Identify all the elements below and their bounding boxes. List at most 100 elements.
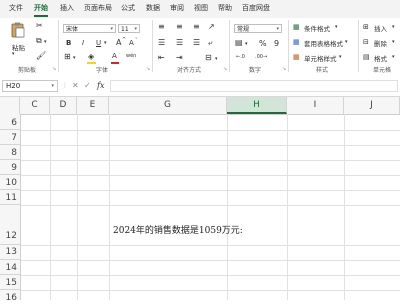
tab-home[interactable]: 开始 bbox=[34, 3, 48, 17]
number-launcher-icon[interactable]: ↘ bbox=[282, 66, 286, 72]
column-header-h[interactable]: H bbox=[227, 97, 287, 114]
underline-dropdown-icon[interactable]: ▾ bbox=[104, 40, 107, 46]
cancel-icon[interactable]: ✕ bbox=[72, 81, 79, 90]
format-cells-button[interactable]: 格式 bbox=[374, 53, 387, 63]
insert-cells-icon: ⊞ bbox=[363, 23, 369, 31]
copy-icon[interactable]: ⧉ bbox=[36, 37, 42, 45]
row-header-11[interactable]: 11 bbox=[0, 190, 20, 205]
tab-help[interactable]: 帮助 bbox=[218, 3, 232, 13]
phonetic-button[interactable]: wén bbox=[126, 53, 136, 59]
row-header-9[interactable]: 9 bbox=[0, 160, 20, 175]
tab-baidu-netdisk[interactable]: 百度网盘 bbox=[242, 3, 270, 13]
formula-bar: H20 ▾ ⋮ ✕ ✓ fx bbox=[0, 76, 400, 97]
column-header-c[interactable]: C bbox=[20, 97, 50, 114]
cut-icon[interactable]: ✂ bbox=[36, 22, 43, 30]
column-header-e[interactable]: E bbox=[77, 97, 109, 114]
currency-dropdown-icon[interactable]: ▾ bbox=[245, 40, 248, 48]
tab-data[interactable]: 数据 bbox=[146, 3, 160, 13]
conditional-format-button[interactable]: 条件格式 bbox=[304, 23, 330, 33]
row-header-12[interactable]: 12 bbox=[0, 205, 20, 245]
conditional-format-icon: ▦ bbox=[293, 23, 300, 31]
select-all-corner[interactable] bbox=[0, 97, 20, 114]
align-top-icon[interactable]: ≡ bbox=[158, 23, 165, 31]
orientation-icon[interactable]: ↗ bbox=[208, 23, 215, 31]
font-size-dropdown[interactable]: 11 ▾ bbox=[118, 24, 140, 33]
name-box[interactable]: H20 ▾ bbox=[2, 80, 58, 92]
group-label-font: 字体 bbox=[96, 67, 109, 74]
tab-view[interactable]: 视图 bbox=[194, 3, 208, 13]
column-header-d[interactable]: D bbox=[50, 97, 77, 114]
insert-function-button[interactable]: fx bbox=[97, 81, 104, 90]
column-header-j[interactable]: J bbox=[344, 97, 400, 114]
cell-g12-text[interactable]: 2024年的销售数据是1059万元: bbox=[113, 223, 243, 236]
align-right-icon[interactable]: ☰ bbox=[193, 39, 200, 47]
clipboard-launcher-icon[interactable]: ↘ bbox=[52, 66, 56, 72]
border-icon[interactable]: ⊞ bbox=[64, 53, 71, 61]
italic-button[interactable]: I bbox=[82, 39, 84, 47]
table-format-icon: ▦ bbox=[293, 38, 300, 46]
tab-review[interactable]: 审阅 bbox=[170, 3, 184, 13]
row-header-8[interactable]: 8 bbox=[0, 145, 20, 160]
formula-input[interactable] bbox=[110, 80, 398, 92]
cell-styles-button[interactable]: 单元格样式 bbox=[304, 53, 337, 63]
row-header-15[interactable]: 15 bbox=[0, 275, 20, 290]
format-as-table-button[interactable]: 套用表格格式 bbox=[304, 38, 343, 48]
fill-color-icon[interactable]: ◈ bbox=[88, 53, 94, 61]
grid-line bbox=[20, 160, 400, 161]
paste-button[interactable] bbox=[10, 22, 26, 38]
font-launcher-icon[interactable]: ↘ bbox=[146, 66, 150, 72]
align-left-icon[interactable]: ☰ bbox=[158, 39, 165, 47]
align-middle-icon[interactable]: ≡ bbox=[176, 23, 183, 31]
align-center-icon[interactable]: ☰ bbox=[176, 39, 183, 47]
decrease-font-size-button[interactable]: A bbox=[129, 39, 134, 47]
increase-font-size-button[interactable]: A bbox=[116, 38, 121, 47]
tab-file[interactable]: 文件 bbox=[9, 3, 23, 13]
row-header-16[interactable]: 16 bbox=[0, 290, 20, 303]
format-painter-icon[interactable]: 🖌 bbox=[36, 52, 46, 60]
font-name-dropdown[interactable]: 宋体 ▾ bbox=[63, 24, 116, 33]
bold-button[interactable]: B bbox=[66, 39, 71, 47]
border-dropdown-icon[interactable]: ▾ bbox=[73, 54, 76, 62]
percent-style-button[interactable]: % bbox=[259, 39, 267, 48]
grid-line bbox=[20, 175, 400, 176]
grid-line bbox=[20, 205, 400, 206]
font-color-icon[interactable]: A bbox=[112, 52, 117, 60]
chevron-down-icon: ▾ bbox=[392, 24, 395, 30]
decrease-indent-icon[interactable]: ⇤ bbox=[158, 54, 165, 62]
alignment-launcher-icon[interactable]: ↘ bbox=[223, 66, 227, 72]
currency-format-icon[interactable]: ▤ bbox=[235, 39, 243, 47]
align-bottom-icon[interactable]: ≡ bbox=[193, 23, 200, 31]
underline-button[interactable]: U bbox=[96, 39, 101, 47]
grid-line bbox=[20, 145, 400, 146]
merge-center-icon[interactable]: ⊟ bbox=[205, 54, 212, 62]
paste-dropdown-icon[interactable]: ▾ bbox=[12, 51, 15, 57]
increase-indent-icon[interactable]: ⇥ bbox=[176, 54, 183, 62]
number-format-dropdown[interactable]: 常规 ▾ bbox=[234, 24, 282, 33]
delete-cells-button[interactable]: 删除 bbox=[374, 38, 387, 48]
row-header-10[interactable]: 10 bbox=[0, 175, 20, 190]
copy-dropdown-icon[interactable]: ▾ bbox=[44, 38, 47, 46]
insert-cells-button[interactable]: 插入 bbox=[374, 23, 387, 33]
tab-formulas[interactable]: 公式 bbox=[121, 3, 135, 13]
more-options-icon[interactable]: ⋮ bbox=[62, 82, 68, 89]
decrease-decimal-button[interactable]: .00→ bbox=[255, 54, 267, 60]
enter-icon[interactable]: ✓ bbox=[84, 81, 91, 90]
wrap-text-icon[interactable]: ⤶ bbox=[208, 39, 212, 47]
row-header-7[interactable]: 7 bbox=[0, 130, 20, 145]
group-label-clipboard: 剪贴板 bbox=[18, 67, 37, 74]
row-header-13[interactable]: 13 bbox=[0, 245, 20, 260]
merge-dropdown-icon[interactable]: ▾ bbox=[215, 55, 218, 63]
font-size-value: 11 bbox=[121, 26, 129, 33]
column-header-g[interactable]: G bbox=[109, 97, 227, 114]
row-header-14[interactable]: 14 bbox=[0, 260, 20, 275]
tab-insert[interactable]: 插入 bbox=[60, 3, 74, 13]
grid-line bbox=[109, 114, 110, 300]
increase-decimal-button[interactable]: ←.0 bbox=[236, 54, 245, 60]
grid-line bbox=[20, 290, 400, 291]
tab-page-layout[interactable]: 页面布局 bbox=[84, 3, 112, 13]
column-header-i[interactable]: I bbox=[287, 97, 344, 114]
clipboard-icon bbox=[11, 22, 25, 38]
comma-style-button[interactable]: 9 bbox=[274, 39, 279, 48]
row-header-6[interactable]: 6 bbox=[0, 114, 20, 130]
decrease-arrow-icon: ˇ bbox=[135, 38, 138, 44]
